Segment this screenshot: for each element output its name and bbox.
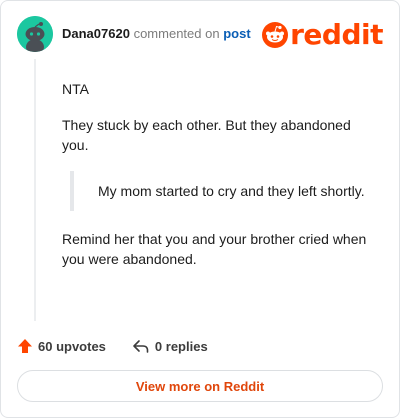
commented-on-text: commented on — [133, 26, 220, 41]
post-link[interactable]: post — [223, 26, 250, 41]
comment-meta: Dana07620 commented on post — [62, 26, 251, 41]
comment-embed-card: Dana07620 commented on post reddit NTA T… — [0, 0, 400, 418]
thread-line[interactable] — [34, 59, 36, 321]
comment-header: Dana07620 commented on post reddit — [17, 16, 383, 52]
blockquote-text: My mom started to cry and they left shor… — [98, 183, 365, 199]
snoo-avatar-icon — [17, 16, 53, 52]
reply-count: 0 replies — [154, 338, 208, 354]
reply-arrow-icon — [133, 340, 149, 353]
snoo-logo-icon — [262, 22, 289, 48]
view-more-on-reddit-button[interactable]: View more on Reddit — [17, 370, 383, 402]
reply-button[interactable]: 0 replies — [132, 338, 208, 354]
user-avatar[interactable] — [17, 16, 53, 52]
reddit-logo[interactable]: reddit — [262, 19, 383, 51]
upvote-count: 60 upvotes — [38, 338, 106, 354]
comment-paragraph: Remind her that you and your brother cri… — [62, 231, 367, 267]
comment-body: NTA They stuck by each other. But they a… — [62, 79, 372, 269]
upvote-button[interactable]: 60 upvotes — [17, 338, 106, 354]
comment-footer: 60 upvotes 0 replies — [17, 335, 234, 357]
comment-paragraph: NTA — [62, 81, 89, 97]
reddit-wordmark: reddit — [290, 18, 383, 51]
username-link[interactable]: Dana07620 — [62, 26, 130, 41]
comment-blockquote: My mom started to cry and they left shor… — [70, 171, 372, 211]
upvote-arrow-icon — [18, 339, 32, 353]
comment-paragraph: They stuck by each other. But they aband… — [62, 117, 351, 153]
